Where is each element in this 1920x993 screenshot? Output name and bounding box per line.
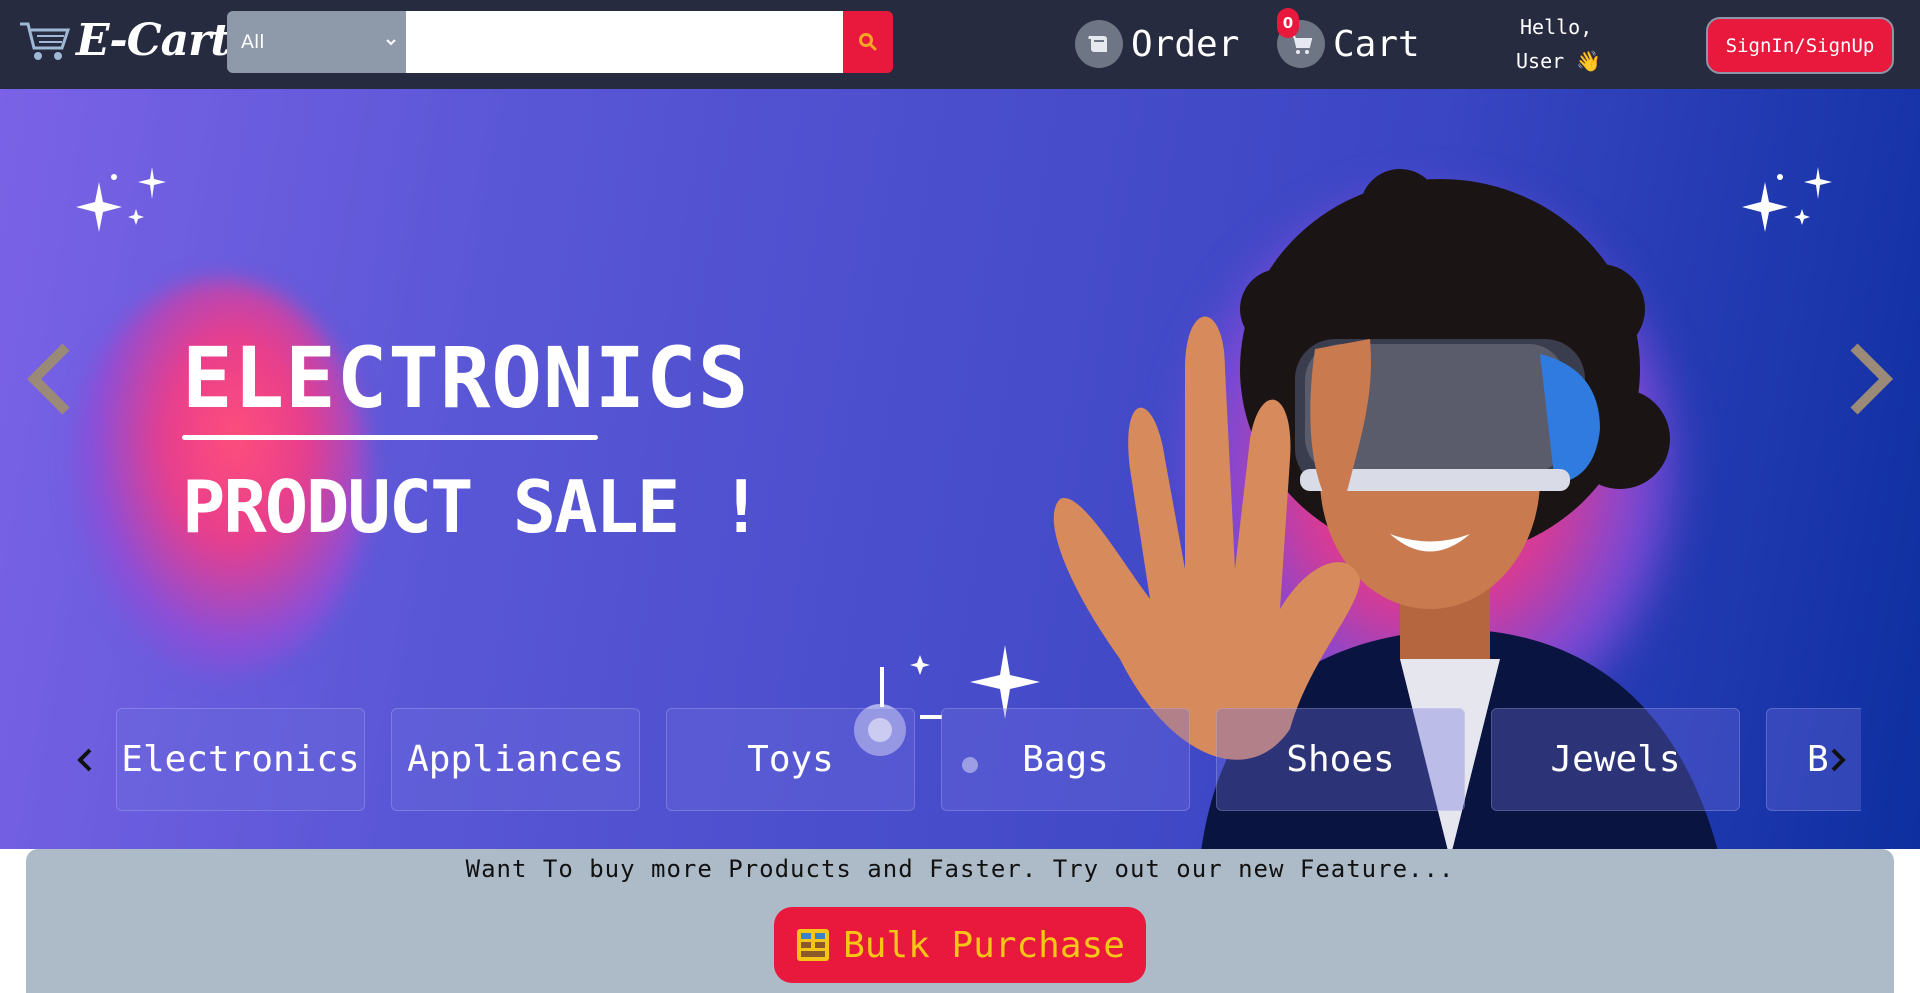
sparkle-icon [1742,167,1832,232]
sparkle-icon [76,167,166,232]
category-select-value: All [241,31,265,53]
category-select[interactable]: All [227,11,406,73]
bulk-purchase-label: Bulk Purchase [843,924,1125,966]
nav-order[interactable]: Order [1075,20,1239,68]
bulk-purchase-promo: Want To buy more Products and Faster. Tr… [26,849,1894,993]
order-icon [1075,20,1123,68]
category-card-bags[interactable]: Bags [941,708,1190,811]
cart-count-badge: 0 [1277,8,1299,38]
promo-text: Want To buy more Products and Faster. Tr… [465,855,1455,883]
carousel-prev-arrow-icon[interactable] [24,339,74,419]
bulk-boxes-icon [797,929,830,961]
search-input[interactable] [406,11,843,73]
category-next-icon[interactable] [1827,740,1851,780]
category-card-jewels[interactable]: Jewels [1491,708,1740,811]
search-bar: All [227,11,893,73]
carousel-next-arrow-icon[interactable] [1846,339,1896,419]
category-card-toys[interactable]: Toys [666,708,915,811]
top-navbar: E-Cart All Order 0 Cart Hello, User 👋 Si… [0,0,1920,89]
category-track: Electronics Appliances Toys Bags Shoes J… [116,708,1861,812]
user-greeting: Hello, User 👋 [1516,10,1601,78]
hero-title: ELECTRONICS [182,329,750,427]
search-button[interactable] [843,11,893,73]
signin-signup-button[interactable]: SignIn/SignUp [1706,17,1894,74]
logo-text: E-Cart [76,14,231,66]
cart-label: Cart [1333,23,1420,65]
category-card-shoes[interactable]: Shoes [1216,708,1465,811]
category-card-appliances[interactable]: Appliances [391,708,640,811]
hero-title-underline [182,435,598,440]
category-carousel: Electronics Appliances Toys Bags Shoes J… [0,708,1920,812]
search-icon [859,33,877,51]
greeting-user: User 👋 [1516,49,1602,73]
greeting-hello: Hello, [1520,15,1593,39]
shopping-cart-logo-icon [20,22,71,60]
category-card-electronics[interactable]: Electronics [116,708,365,811]
chevron-down-icon [386,39,396,46]
nav-cart[interactable]: 0 Cart [1277,8,1420,68]
category-prev-icon[interactable] [72,740,96,780]
hero-subtitle: PRODUCT SALE ! [182,465,763,549]
order-label: Order [1131,23,1240,65]
logo[interactable]: E-Cart [18,14,231,66]
bulk-purchase-button[interactable]: Bulk Purchase [774,907,1146,983]
